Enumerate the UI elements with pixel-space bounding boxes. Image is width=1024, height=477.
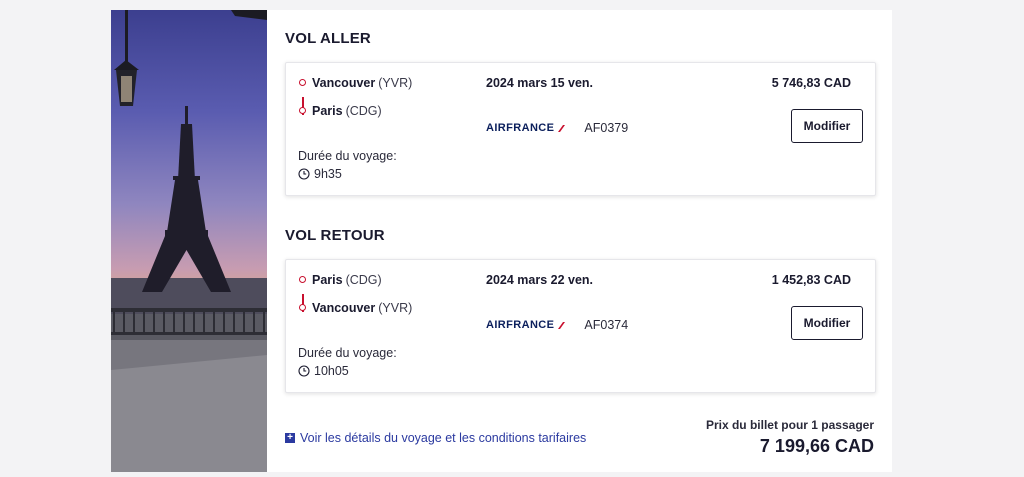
return-origin: Paris (CDG) <box>298 272 412 288</box>
return-date: 2024 mars 22 ven. <box>486 273 594 287</box>
return-flight-number: AF0374 <box>584 318 629 332</box>
destination-city: Vancouver <box>312 301 376 315</box>
return-destination: Vancouver (YVR) <box>298 300 412 316</box>
air-france-swoosh-icon <box>558 321 566 329</box>
return-price: 1 452,83 CAD <box>771 273 851 287</box>
paris-eiffel-tower-photo <box>111 10 267 472</box>
trip-details-link-label: Voir les détails du voyage et les condit… <box>300 431 587 445</box>
outbound-duration-label: Durée du voyage: <box>298 149 397 163</box>
total-price-value: 7 199,66 CAD <box>759 436 874 456</box>
return-duration: 10h05 <box>298 364 349 378</box>
return-modify-button[interactable]: Modifier <box>791 306 863 340</box>
outbound-duration: 9h35 <box>298 167 342 181</box>
origin-code: (CDG) <box>345 273 382 287</box>
origin-city: Paris <box>312 273 343 287</box>
origin-city: Vancouver <box>312 76 376 90</box>
total-price-label: Prix du billet pour 1 passager <box>705 418 874 432</box>
air-france-swoosh-icon <box>558 124 566 132</box>
return-duration-value: 10h05 <box>314 364 349 378</box>
outbound-date: 2024 mars 15 ven. <box>486 76 594 90</box>
destination-code: (CDG) <box>345 104 382 118</box>
return-title: VOL RETOUR <box>285 227 385 244</box>
airline-name: AIRFRANCE <box>486 122 555 134</box>
flight-content: VOL ALLER Vancouver (YVR) Paris (CDG) 2024… <box>267 10 892 472</box>
airline-name: AIRFRANCE <box>486 319 555 331</box>
outbound-price: 5 746,83 CAD <box>771 76 851 90</box>
outbound-origin: Vancouver (YVR) <box>298 75 412 91</box>
air-france-logo: AIRFRANCE <box>486 319 566 331</box>
return-airline: AIRFRANCE AF0374 <box>486 318 628 332</box>
route-dot-icon <box>299 107 306 114</box>
clock-icon <box>298 168 310 180</box>
trip-summary-card: VOL ALLER Vancouver (YVR) Paris (CDG) 2024… <box>111 10 892 472</box>
route-dot-icon <box>299 276 306 283</box>
clock-icon <box>298 365 310 377</box>
return-flight-card: Paris (CDG) Vancouver (YVR) 2024 mars 22 v… <box>285 259 876 393</box>
outbound-flight-number: AF0379 <box>584 121 629 135</box>
outbound-modify-button[interactable]: Modifier <box>791 109 863 143</box>
destination-city: Paris <box>312 104 343 118</box>
outbound-duration-value: 9h35 <box>314 167 342 181</box>
outbound-flight-card: Vancouver (YVR) Paris (CDG) 2024 mars 15 v… <box>285 62 876 196</box>
destination-code: (YVR) <box>378 301 413 315</box>
trip-details-link[interactable]: + Voir les détails du voyage et les cond… <box>285 431 586 445</box>
route-dot-icon <box>299 79 306 86</box>
origin-code: (YVR) <box>378 76 413 90</box>
outbound-route: Vancouver (YVR) Paris (CDG) <box>298 75 412 131</box>
return-route: Paris (CDG) Vancouver (YVR) <box>298 272 412 328</box>
route-dot-icon <box>299 304 306 311</box>
return-duration-label: Durée du voyage: <box>298 346 397 360</box>
plus-square-icon: + <box>285 433 295 443</box>
outbound-destination: Paris (CDG) <box>298 103 412 119</box>
outbound-title: VOL ALLER <box>285 30 371 47</box>
outbound-airline: AIRFRANCE AF0379 <box>486 121 628 135</box>
air-france-logo: AIRFRANCE <box>486 122 566 134</box>
